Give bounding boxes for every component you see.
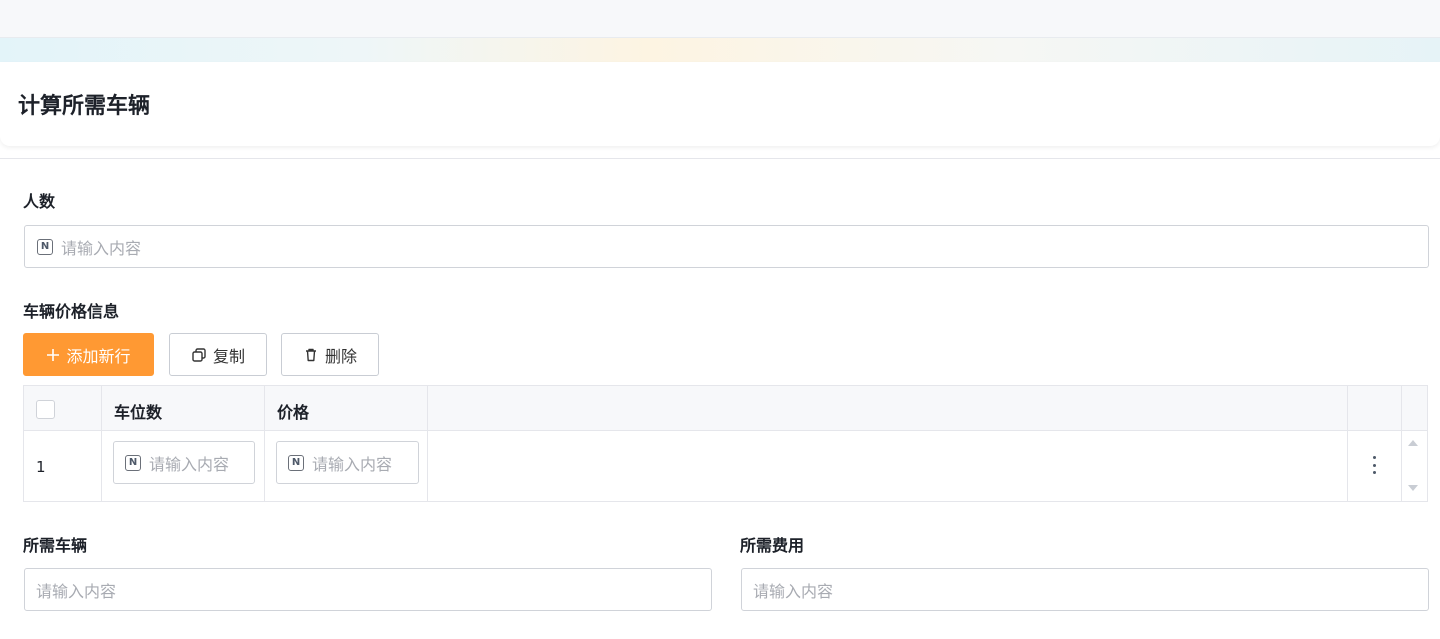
seats-input[interactable]: N 请输入内容 [113,441,255,484]
number-icon: N [288,454,304,471]
row-index: 1 [36,458,46,476]
number-icon: N [37,238,53,255]
price-placeholder: 请输入内容 [312,454,393,474]
people-label: 人数 [23,192,56,211]
vehicle-price-table: 车位数 价格 1 N 请输入内容 N 请输入内容 [23,385,1428,502]
divider [0,158,1440,159]
add-row-label: 添加新行 [66,346,131,366]
page-title: 计算所需车辆 [18,94,151,119]
select-all-checkbox[interactable] [36,400,55,419]
column-header-price: 价格 [277,403,310,422]
delete-button[interactable]: 删除 [281,333,379,376]
vehicles-needed-label: 所需车辆 [23,536,88,555]
cost-needed-label: 所需费用 [740,536,805,555]
title-card [0,62,1440,146]
seats-placeholder: 请输入内容 [149,454,230,474]
copy-icon [191,347,207,363]
column-header-seats: 车位数 [114,403,163,422]
copy-label: 复制 [212,346,245,366]
scroll-up-icon[interactable] [1408,440,1418,446]
trash-icon [303,347,319,363]
number-icon: N [125,454,141,471]
scroll-down-icon[interactable] [1408,485,1418,491]
add-row-button[interactable]: 添加新行 [23,333,154,376]
vehicles-needed-placeholder: 请输入内容 [36,581,117,601]
top-bar [0,0,1440,38]
plus-icon [46,348,60,362]
cost-needed-placeholder: 请输入内容 [753,581,834,601]
people-placeholder: 请输入内容 [61,238,142,258]
header-gradient [0,38,1440,62]
table-header [24,386,1427,431]
cost-needed-input[interactable]: 请输入内容 [741,568,1429,611]
people-input[interactable]: N 请输入内容 [24,225,1429,268]
price-input[interactable]: N 请输入内容 [276,441,419,484]
vehicles-needed-input[interactable]: 请输入内容 [24,568,712,611]
vehicle-price-label: 车辆价格信息 [23,302,120,321]
more-vertical-icon[interactable] [1367,456,1381,474]
copy-button[interactable]: 复制 [169,333,267,376]
delete-label: 删除 [324,346,357,366]
